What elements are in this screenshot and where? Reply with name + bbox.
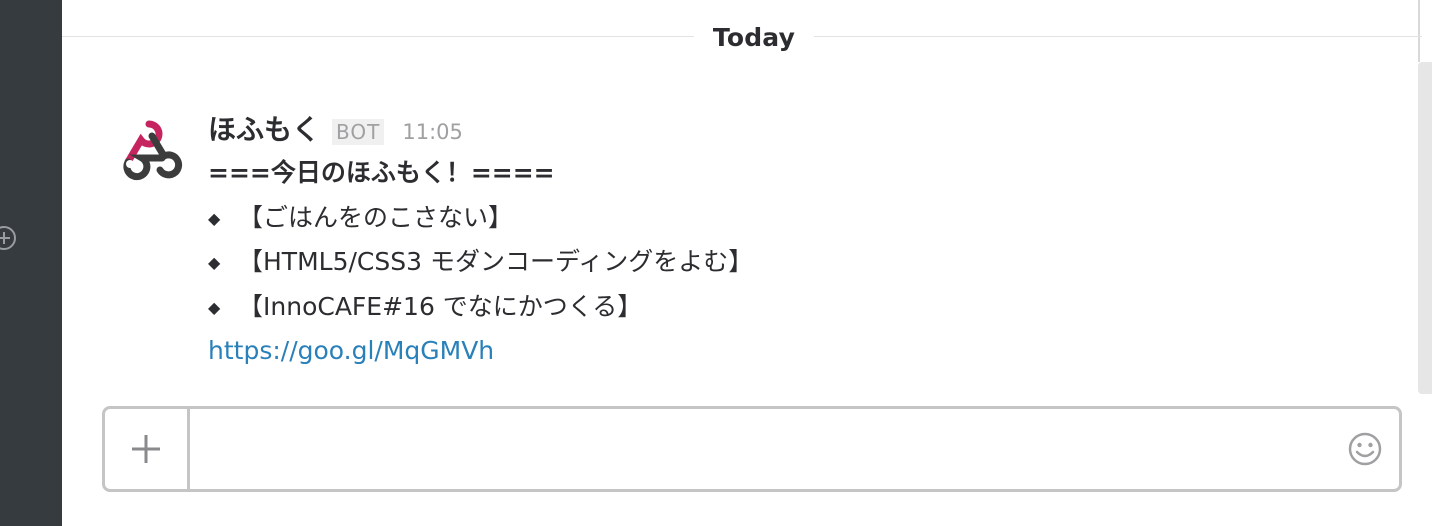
webhook-avatar-icon[interactable] (114, 112, 184, 182)
diamond-bullet-icon: ◆ (208, 253, 221, 272)
message-title-line: ===今日のほふもく！==== (208, 158, 555, 187)
message-timestamp[interactable]: 11:05 (402, 120, 463, 144)
list-item-text: 【ごはんをのこさない】 (238, 202, 514, 232)
list-item-text: 【HTML5/CSS3 モダンコーディングをよむ】 (238, 247, 754, 276)
scroll-track (1418, 0, 1420, 62)
message-composer (102, 406, 1402, 492)
attach-button[interactable] (105, 409, 190, 489)
smiley-icon[interactable] (1347, 431, 1383, 467)
list-item: ◆ 【HTML5/CSS3 モダンコーディングをよむ】 (208, 243, 1208, 288)
day-divider-label: Today (694, 20, 814, 56)
bot-badge: BOT (332, 119, 385, 145)
add-circle-icon[interactable] (0, 224, 18, 252)
list-item: ◆ 【ごはんをのこさない】 (208, 199, 1208, 244)
diamond-bullet-icon: ◆ (208, 297, 221, 317)
message-link[interactable]: https://goo.gl/MqGMVh (208, 336, 494, 365)
diamond-bullet-icon: ◆ (208, 208, 221, 228)
list-item: ◆ 【InnoCAFE#16 でなにかつくる】 (208, 288, 1208, 333)
message-header: ほふもく BOT 11:05 (208, 108, 463, 148)
sidebar (0, 0, 62, 526)
message-body: ===今日のほふもく！==== ◆ 【ごはんをのこさない】 ◆ 【HTML5/CSS… (208, 154, 1208, 377)
list-item-text: 【InnoCAFE#16 でなにかつくる】 (238, 291, 643, 321)
scrollbar[interactable] (1418, 62, 1432, 394)
plus-icon (132, 435, 160, 463)
message-link-line: https://goo.gl/MqGMVh (208, 332, 1208, 377)
message-pane: Today ほふもく BOT 11:05 ===今日のほふもく！==== ◆ 【ご… (62, 0, 1456, 526)
message-input[interactable] (201, 423, 1335, 475)
sender-name[interactable]: ほふもく (208, 108, 320, 148)
